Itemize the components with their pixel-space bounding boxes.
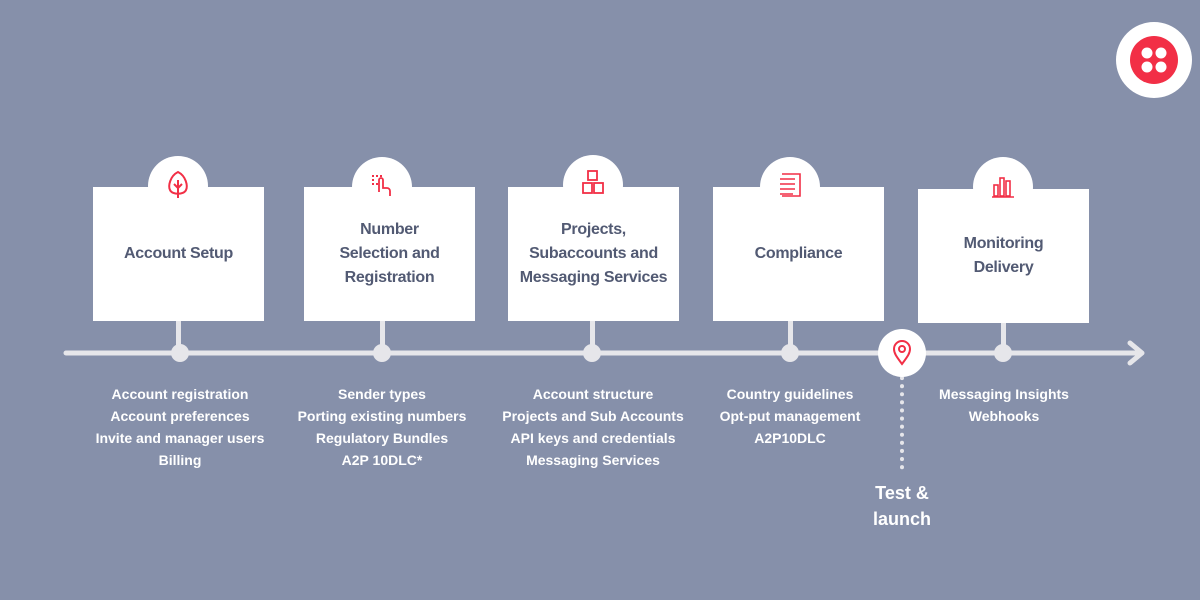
touch-hand-icon [372,175,391,196]
stage-title: Projects, Subaccounts and Messaging Serv… [519,221,668,286]
stage-items: Account registration Account preferences… [70,383,290,471]
timeline-dot [171,344,189,362]
item: Messaging Services [526,452,660,468]
item: A2P 10DLC* [341,452,423,468]
milestone-label-line: Test & [875,483,929,503]
item: API keys and credentials [510,430,676,446]
item: Account preferences [110,408,250,424]
item: Opt-put management [719,408,861,424]
timeline-dot [373,344,391,362]
stage-card-compliance: Compliance [713,187,884,321]
item: Projects and Sub Accounts [502,408,684,424]
milestone-label: Test & launch [852,480,952,532]
stage-items: Sender types Porting existing numbers Re… [272,383,492,471]
timeline-dot [994,344,1012,362]
stage-title: Number Selection and Registration [339,221,440,286]
stage-items: Country guidelines Opt-put management A2… [680,383,900,449]
item: Account structure [532,386,654,402]
item: Webhooks [968,408,1040,424]
stage-card-account-setup: Account Setup [93,187,264,321]
timeline-dot [583,344,601,362]
stage-title: Monitoring Delivery [963,235,1044,276]
stage-items: Messaging Insights Webhooks [894,383,1114,427]
item: Messaging Insights [939,386,1069,402]
item: Porting existing numbers [297,408,467,424]
stage-card-projects: Projects, Subaccounts and Messaging Serv… [508,187,679,321]
stage-card-number-selection: Number Selection and Registration [304,187,475,321]
milestone-label-line: launch [872,509,931,529]
item: Country guidelines [726,386,854,402]
tree-leaf-icon [168,170,188,198]
stage-title: Account Setup [124,245,233,262]
item: A2P10DLC [754,430,826,446]
stage-title: Compliance [754,245,843,262]
item: Account registration [111,386,249,402]
bar-chart-icon [992,177,1014,198]
stage-items: Account structure Projects and Sub Accou… [483,383,703,471]
location-pin-icon [878,329,926,377]
timeline-dot [781,344,799,362]
item: Sender types [338,386,426,402]
item: Invite and manager users [95,430,265,446]
stage-card-monitoring: Monitoring Delivery [918,189,1089,323]
item: Billing [158,452,202,468]
timeline-diagram: Account Setup Account registration Accou… [0,0,1200,600]
blocks-icon [582,170,604,194]
item: Regulatory Bundles [315,430,449,446]
checklist-icon [780,173,801,197]
